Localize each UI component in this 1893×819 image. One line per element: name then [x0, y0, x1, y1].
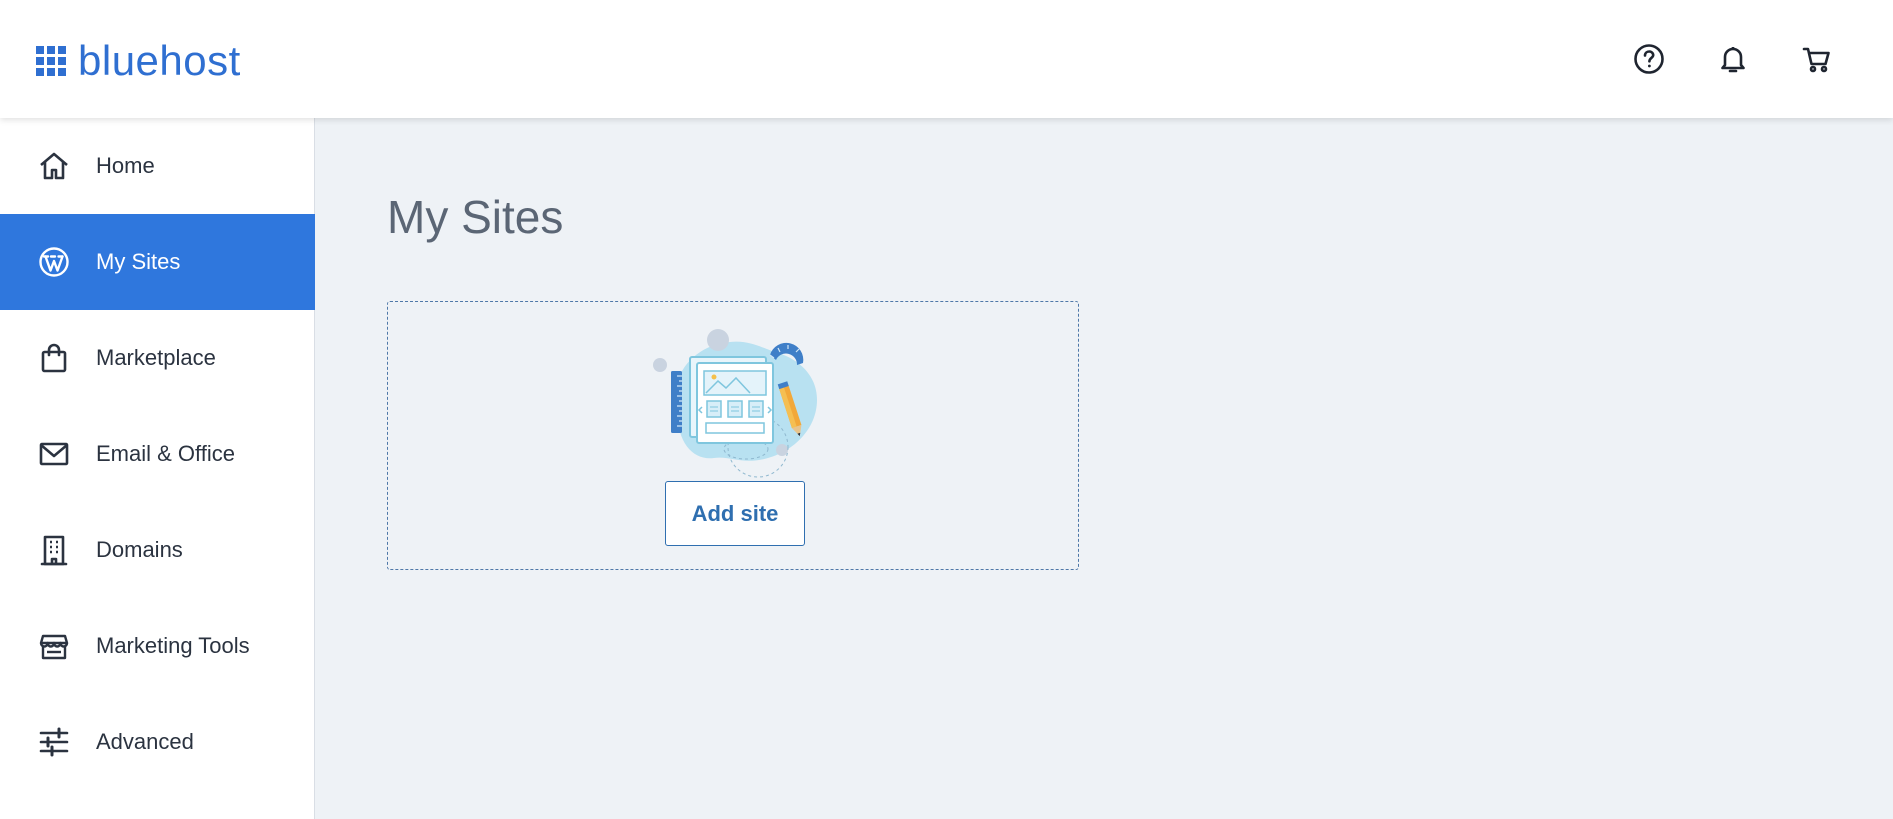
- cart-icon[interactable]: [1800, 42, 1834, 76]
- top-header: bluehost: [0, 0, 1893, 118]
- sidebar-item-advanced[interactable]: Advanced: [0, 694, 315, 790]
- bluehost-logo[interactable]: bluehost: [36, 40, 241, 82]
- sidebar-item-my-sites[interactable]: My Sites: [0, 214, 315, 310]
- shopping-bag-icon: [38, 342, 70, 374]
- add-site-button[interactable]: Add site: [665, 481, 805, 546]
- sidebar-item-label: Email & Office: [96, 441, 235, 466]
- sidebar-item-marketing-tools[interactable]: Marketing Tools: [0, 598, 315, 694]
- bell-icon[interactable]: [1716, 42, 1750, 76]
- envelope-icon: [38, 438, 70, 470]
- logo-text: bluehost: [78, 37, 241, 84]
- sidebar-item-label: Marketing Tools: [96, 633, 250, 658]
- sidebar-item-domains[interactable]: Domains: [0, 502, 315, 598]
- building-icon: [38, 534, 70, 566]
- storefront-icon: [38, 630, 70, 662]
- sidebar-item-home[interactable]: Home: [0, 118, 315, 214]
- help-circle-icon[interactable]: [1632, 42, 1666, 76]
- sidebar-item-label: My Sites: [96, 249, 181, 274]
- sidebar-item-label: Home: [96, 153, 155, 178]
- home-icon: [38, 150, 70, 182]
- website-builder-illustration: [648, 327, 828, 482]
- page-title: My Sites: [387, 191, 564, 243]
- main-content: My Sites Add site: [315, 118, 1893, 819]
- sidebar-item-marketplace[interactable]: Marketplace: [0, 310, 315, 406]
- logo-grid-icon: [36, 46, 66, 76]
- sidebar-item-label: Advanced: [96, 729, 194, 754]
- sidebar-item-email-office[interactable]: Email & Office: [0, 406, 315, 502]
- sidebar-item-label: Marketplace: [96, 345, 216, 370]
- sidebar-nav: Home My Sites Marketplace Email & Office…: [0, 118, 315, 819]
- add-site-card: Add site: [387, 301, 1079, 570]
- sliders-icon: [38, 726, 70, 758]
- wordpress-icon: [38, 246, 70, 278]
- sidebar-item-label: Domains: [96, 537, 183, 562]
